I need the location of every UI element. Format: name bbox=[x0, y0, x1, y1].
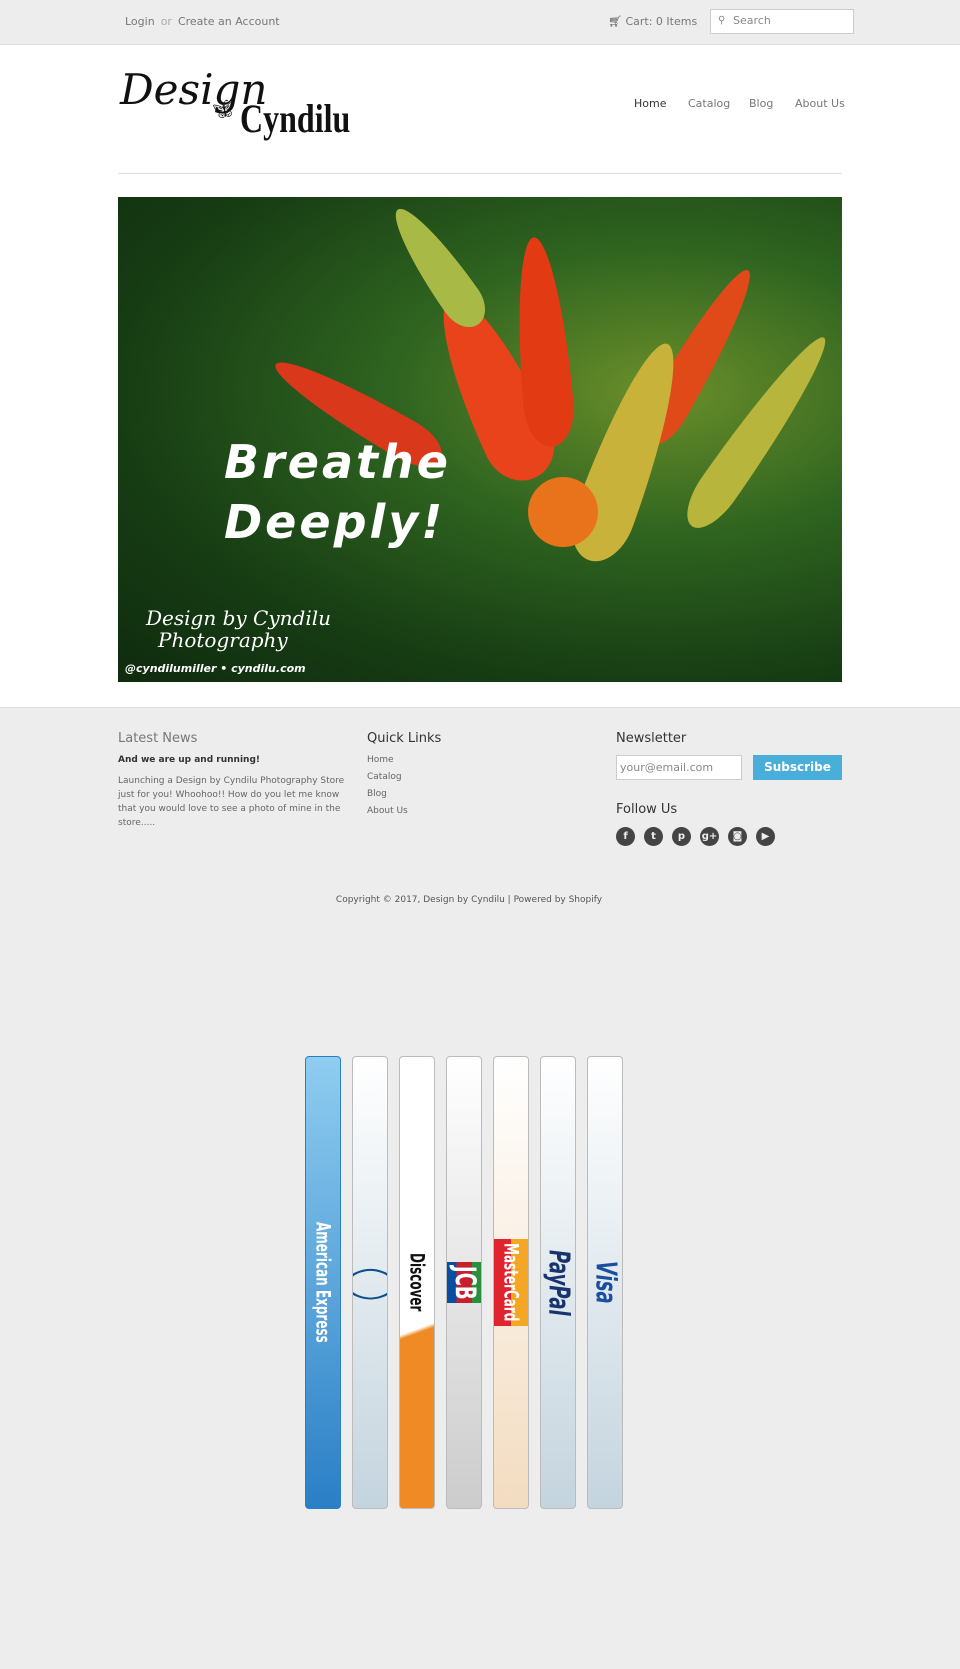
mastercard-icon: MasterCard bbox=[493, 1056, 529, 1509]
watermark-logo: Design by Cyndilu Photography bbox=[146, 606, 331, 652]
cart-icon: 🛒︎ bbox=[608, 15, 622, 28]
login-link[interactable]: Login bbox=[125, 15, 155, 28]
nav-about[interactable]: About Us bbox=[795, 97, 845, 110]
search-placeholder: Search bbox=[733, 14, 771, 27]
hero-headline-2: Deeply! bbox=[224, 495, 446, 549]
footer-link-blog[interactable]: Blog bbox=[367, 786, 387, 803]
diners-club-icon: ◯ bbox=[352, 1056, 388, 1509]
discover-icon: Discover bbox=[399, 1056, 435, 1509]
create-account-link[interactable]: Create an Account bbox=[178, 15, 280, 28]
pinterest-icon[interactable]: p bbox=[672, 827, 691, 846]
nav-catalog[interactable]: Catalog bbox=[688, 97, 730, 110]
copyright: Copyright © 2017, Design by Cyndilu | Po… bbox=[335, 895, 603, 905]
search-icon: ⚲ bbox=[718, 15, 726, 26]
youtube-icon[interactable]: ▶ bbox=[756, 827, 775, 846]
facebook-icon[interactable]: f bbox=[616, 827, 635, 846]
follow-us-heading: Follow Us bbox=[616, 802, 678, 817]
footer-link-home[interactable]: Home bbox=[367, 752, 394, 769]
latest-news-heading: Latest News bbox=[118, 731, 198, 746]
hero-headline-1: Breathe bbox=[224, 435, 451, 489]
cart-label: Cart: 0 Items bbox=[625, 15, 698, 28]
footer-link-about[interactable]: About Us bbox=[367, 803, 408, 820]
google-plus-icon[interactable]: g+ bbox=[700, 827, 719, 846]
news-post-title[interactable]: And we are up and running! bbox=[118, 752, 260, 769]
or-text: or bbox=[160, 15, 172, 28]
logo-cyndilu: Cyndilu bbox=[240, 96, 351, 141]
jcb-icon: JCB bbox=[446, 1056, 482, 1509]
footer-link-catalog[interactable]: Catalog bbox=[367, 769, 402, 786]
paypal-icon: PayPal bbox=[540, 1056, 576, 1509]
top-bar: Login or Create an Account 🛒︎ Cart: 0 Item… bbox=[0, 0, 960, 45]
nav-blog[interactable]: Blog bbox=[749, 97, 773, 110]
nav-home[interactable]: Home bbox=[634, 97, 666, 110]
hero-credit: @cyndilumiller • cyndilu.com bbox=[125, 662, 306, 675]
twitter-icon[interactable]: t bbox=[644, 827, 663, 846]
divider bbox=[118, 173, 842, 174]
account-links: Login or Create an Account bbox=[125, 15, 280, 28]
logo[interactable]: Design 🦋︎ Cyndilu bbox=[120, 65, 350, 141]
butterfly-icon: 🦋︎ bbox=[212, 99, 235, 120]
hero-banner[interactable]: Breathe Deeply! Design by Cyndilu Photogr… bbox=[118, 197, 842, 682]
quick-links-heading: Quick Links bbox=[367, 731, 442, 746]
amex-icon: American Express bbox=[305, 1056, 341, 1509]
news-post-excerpt: Launching a Design by Cyndilu Photograph… bbox=[118, 776, 345, 828]
main-area: Design 🦋︎ Cyndilu Home Catalog Blog Abou… bbox=[0, 45, 960, 708]
instagram-icon[interactable]: ◙ bbox=[728, 827, 747, 846]
visa-icon: Visa bbox=[587, 1056, 623, 1509]
cart-link[interactable]: 🛒︎ Cart: 0 Items bbox=[608, 15, 697, 28]
newsletter-heading: Newsletter bbox=[616, 731, 687, 746]
email-field[interactable]: your@email.com bbox=[616, 755, 742, 780]
search-input[interactable]: ⚲ Search bbox=[710, 9, 854, 34]
subscribe-button[interactable]: Subscribe bbox=[753, 755, 842, 780]
